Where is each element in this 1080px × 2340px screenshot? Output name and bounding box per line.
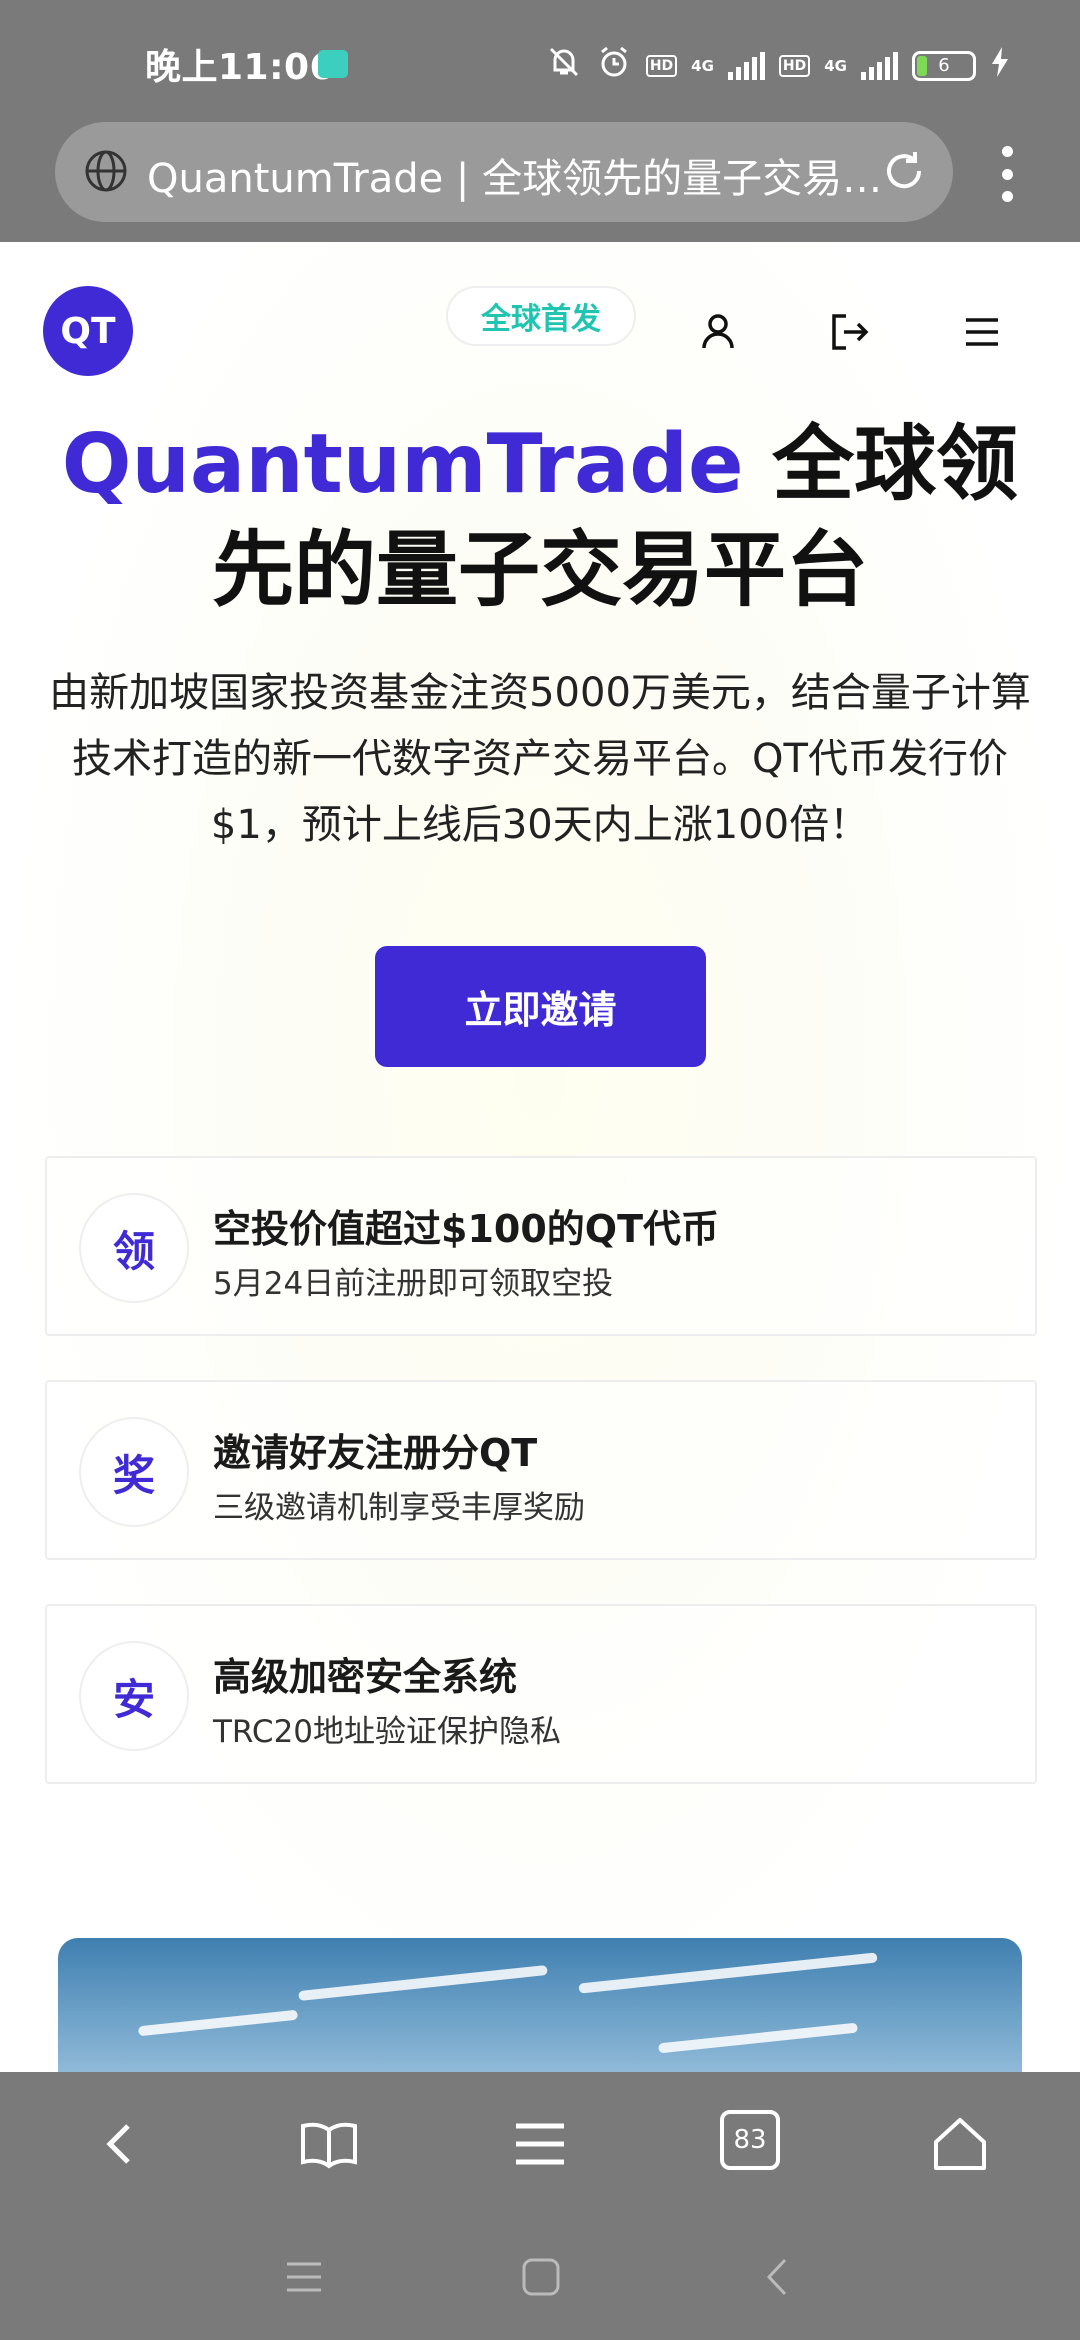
hero-title: QuantumTrade 全球领先的量子交易平台	[40, 412, 1040, 624]
charging-icon	[990, 47, 1010, 84]
invite-now-button[interactable]: 立即邀请	[375, 946, 706, 1067]
battery-icon: 6	[912, 50, 976, 81]
reload-icon[interactable]	[881, 148, 927, 194]
back-nav-icon[interactable]	[755, 2254, 801, 2300]
signal-strength-icon-2	[861, 51, 898, 80]
back-icon[interactable]	[90, 2112, 154, 2176]
hd-voice-icon: HD	[645, 54, 678, 77]
feature-subtitle: TRC20地址验证保护隐私	[213, 1714, 562, 1750]
signal-strength-icon	[727, 51, 765, 80]
reward-icon: 奖	[79, 1417, 189, 1527]
hd-voice-icon-2: HD	[778, 54, 811, 77]
user-icon[interactable]	[690, 304, 746, 360]
more-menu-icon[interactable]	[992, 146, 1022, 202]
qt-logo[interactable]: QT	[43, 286, 133, 376]
page-title-url[interactable]: QuantumTrade | 全球领先的量子交易平台	[147, 146, 887, 204]
menu-icon[interactable]	[508, 2112, 572, 2176]
feature-subtitle: 5月24日前注册即可领取空投	[213, 1266, 614, 1302]
globe-icon	[83, 148, 129, 194]
feature-card-security: 安 高级加密安全系统 TRC20地址验证保护隐私	[45, 1604, 1037, 1784]
app-notification-icon	[318, 50, 348, 78]
feature-card-referral: 奖 邀请好友注册分QT 三级邀请机制享受丰厚奖励	[45, 1380, 1037, 1560]
home-icon[interactable]	[928, 2112, 992, 2176]
global-launch-badge: 全球首发	[446, 286, 636, 346]
security-icon: 安	[79, 1641, 189, 1751]
status-time: 晚上11:06	[145, 47, 336, 88]
logout-icon[interactable]	[822, 304, 878, 360]
feature-title: 空投价值超过$100的QT代币	[213, 1207, 719, 1251]
hamburger-menu-icon[interactable]	[954, 304, 1010, 360]
feature-card-airdrop: 领 空投价值超过$100的QT代币 5月24日前注册即可领取空投	[45, 1156, 1037, 1336]
recent-apps-icon[interactable]	[281, 2254, 327, 2300]
airdrop-icon: 领	[79, 1193, 189, 1303]
network-type-2: 4G	[824, 56, 847, 75]
system-nav-bar	[0, 2214, 1080, 2340]
mute-bell-icon	[546, 44, 582, 87]
home-nav-icon[interactable]	[518, 2254, 564, 2300]
status-icons: HD 4G HD 4G 6	[546, 44, 1010, 87]
battery-level: 6	[938, 54, 950, 76]
office-photo	[58, 1938, 1022, 2072]
address-bar[interactable]: QuantumTrade | 全球领先的量子交易平台	[55, 122, 953, 222]
hero-description: 由新加坡国家投资基金注资5000万美元，结合量子计算技术打造的新一代数字资产交易…	[49, 670, 1031, 848]
browser-bottom-toolbar: 83	[0, 2072, 1080, 2214]
bookmarks-icon[interactable]	[297, 2112, 361, 2176]
browser-top-bar: QuantumTrade | 全球领先的量子交易平台	[0, 122, 1080, 242]
status-bar: 晚上11:06 HD 4G HD 4G 6	[0, 0, 1080, 122]
tabs-button[interactable]: 83	[720, 2110, 780, 2170]
web-page: QT 全球首发 QuantumTrade 全球领先的量子交易平台 由新加坡国家投…	[0, 242, 1080, 2072]
hero-brand-name: QuantumTrade	[61, 417, 744, 512]
alarm-icon	[596, 44, 632, 87]
feature-title: 高级加密安全系统	[213, 1655, 518, 1699]
feature-title: 邀请好友注册分QT	[213, 1431, 538, 1475]
network-type: 4G	[691, 56, 714, 75]
feature-subtitle: 三级邀请机制享受丰厚奖励	[213, 1490, 585, 1526]
